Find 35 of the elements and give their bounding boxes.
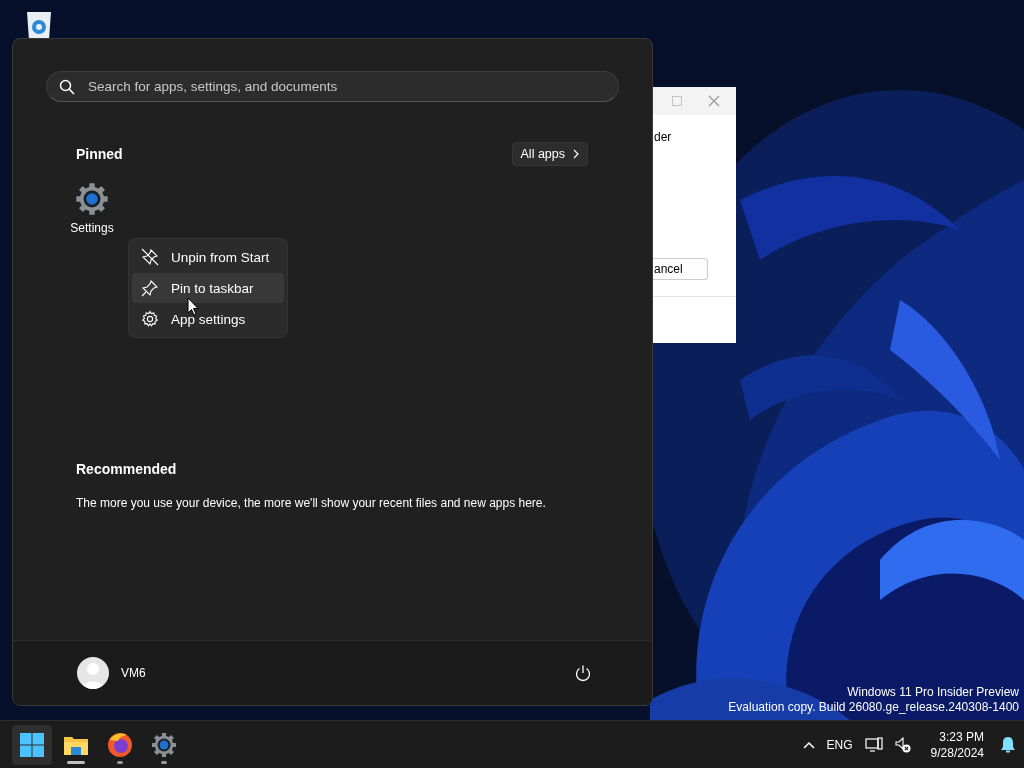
search-icon <box>59 79 75 95</box>
chevron-up-icon[interactable] <box>802 740 815 749</box>
recommended-text: The more you use your device, the more we'll show your recent files and new apps here. <box>76 496 547 510</box>
all-apps-button[interactable]: All apps <box>511 142 588 166</box>
pin-icon <box>141 279 159 297</box>
search-field[interactable]: Search for apps, settings, and documents <box>46 71 619 102</box>
browser-icon <box>107 731 133 758</box>
menu-item[interactable]: Unpin from Start <box>132 242 284 272</box>
gear-icon <box>75 182 109 216</box>
watermark-text: Evaluation copy. Build 26080.ge_release.240308-1400 <box>728 700 1019 715</box>
menu-item[interactable]: App settings <box>132 304 284 334</box>
dialog-text: der <box>654 130 673 144</box>
section-title: Recommended <box>76 461 178 477</box>
bell-icon[interactable] <box>1000 735 1016 754</box>
chevron-right-icon <box>573 149 579 159</box>
close-icon[interactable] <box>708 95 720 107</box>
menu-item[interactable]: Pin to taskbar <box>132 273 284 303</box>
language-indicator[interactable]: ENG <box>826 737 853 752</box>
taskbar-button[interactable] <box>12 724 52 765</box>
app-label[interactable]: Settings <box>70 221 114 235</box>
section-title: Pinned <box>76 146 123 162</box>
windows-logo-icon <box>20 732 44 757</box>
network-icon[interactable] <box>864 736 883 753</box>
gear-icon <box>151 731 177 758</box>
settings-icon <box>141 310 159 328</box>
mouse-pointer-icon <box>187 297 199 316</box>
avatar-icon[interactable] <box>77 657 109 689</box>
watermark-text: Windows 11 Pro Insider Preview <box>847 685 1019 700</box>
unpin-icon <box>141 248 159 266</box>
cancel-button[interactable]: ancel <box>653 258 708 280</box>
user-name[interactable]: VM6 <box>121 666 562 680</box>
clock-date[interactable]: 9/28/2024 <box>930 744 984 761</box>
volume-muted-icon[interactable] <box>894 736 911 753</box>
clock-time[interactable]: 3:23 PM <box>939 728 984 745</box>
power-icon[interactable] <box>574 664 592 682</box>
